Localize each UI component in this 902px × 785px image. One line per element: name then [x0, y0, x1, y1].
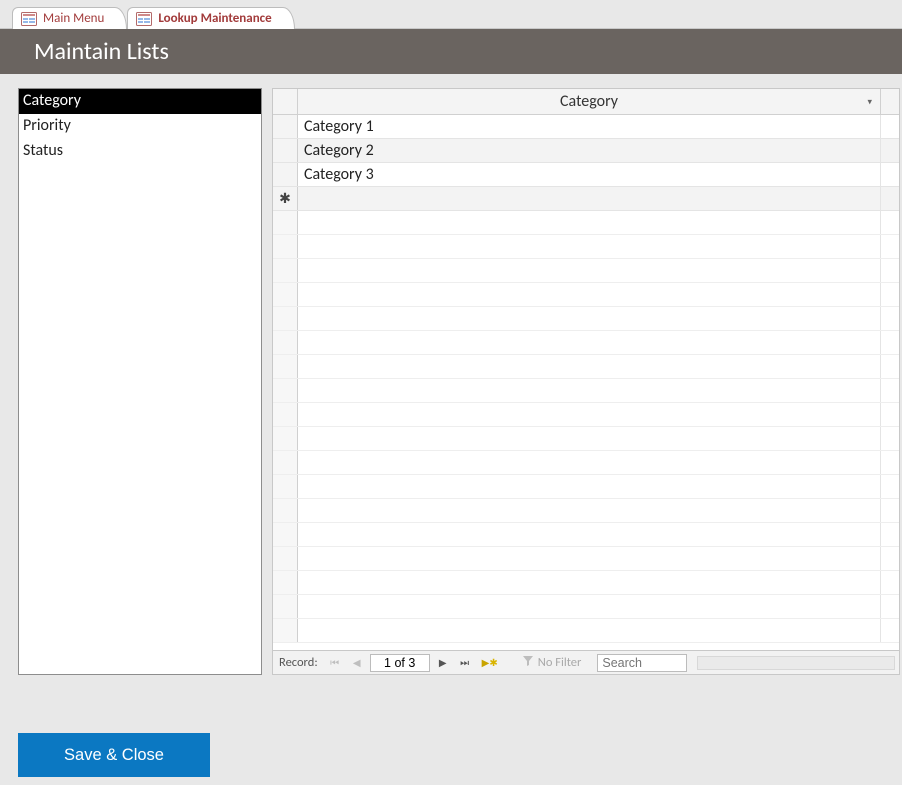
column-header-category[interactable]: Category ▾	[298, 89, 881, 114]
horizontal-scrollbar[interactable]	[697, 656, 895, 670]
empty-row	[273, 619, 899, 643]
table-row[interactable]: Category 3	[273, 163, 899, 187]
empty-row	[273, 211, 899, 235]
column-header-label: Category	[560, 92, 618, 111]
new-record-button[interactable]: ▶✱	[478, 656, 502, 669]
cell-category[interactable]: Category 1	[298, 115, 881, 138]
empty-row	[273, 547, 899, 571]
empty-row	[273, 475, 899, 499]
first-record-button[interactable]: ⏮	[326, 654, 344, 672]
record-navigator: Record: ⏮ ◀ ▶ ⏭ ▶✱ No Filter	[273, 650, 899, 674]
cell-category[interactable]: Category 2	[298, 139, 881, 162]
next-record-button[interactable]: ▶	[434, 654, 452, 672]
table-row-new[interactable]: ✱	[273, 187, 899, 211]
empty-row	[273, 307, 899, 331]
filter-icon	[522, 655, 534, 671]
new-row-icon[interactable]: ✱	[273, 187, 298, 210]
form-icon	[21, 12, 37, 26]
row-selector[interactable]	[273, 139, 298, 162]
tab-main-menu[interactable]: Main Menu	[12, 7, 127, 29]
star-icon: ✱	[489, 656, 497, 669]
empty-row	[273, 331, 899, 355]
empty-row	[273, 259, 899, 283]
tab-label: Main Menu	[43, 11, 104, 26]
list-item-priority[interactable]: Priority	[19, 114, 261, 139]
empty-row	[273, 355, 899, 379]
table-row[interactable]: Category 1	[273, 115, 899, 139]
content-area: Category Priority Status Category ▾ Cate…	[0, 74, 902, 680]
last-record-button[interactable]: ⏭	[456, 654, 474, 672]
tab-lookup-maintenance[interactable]: Lookup Maintenance	[127, 7, 294, 29]
empty-row	[273, 571, 899, 595]
tab-strip: Main Menu Lookup Maintenance	[0, 0, 902, 28]
empty-row	[273, 403, 899, 427]
page-banner: Maintain Lists	[0, 28, 902, 74]
empty-row	[273, 283, 899, 307]
table-row[interactable]: Category 2	[273, 139, 899, 163]
cell-category[interactable]	[298, 187, 881, 210]
record-label: Record:	[279, 655, 318, 670]
select-all-corner[interactable]	[273, 89, 298, 114]
list-item-category[interactable]: Category	[19, 89, 261, 114]
datasheet-grid: Category ▾ Category 1 Category 2 Categor…	[272, 88, 900, 675]
row-selector[interactable]	[273, 115, 298, 138]
prev-record-button[interactable]: ◀	[348, 654, 366, 672]
column-add	[881, 89, 899, 114]
list-item-status[interactable]: Status	[19, 139, 261, 164]
filter-label: No Filter	[538, 655, 582, 670]
tab-label: Lookup Maintenance	[158, 11, 271, 26]
next-icon: ▶	[482, 656, 490, 669]
empty-row	[273, 499, 899, 523]
empty-row	[273, 523, 899, 547]
grid-body: Category 1 Category 2 Category 3 ✱	[273, 115, 899, 650]
empty-row	[273, 451, 899, 475]
chevron-down-icon[interactable]: ▾	[867, 96, 872, 107]
empty-row	[273, 379, 899, 403]
filter-indicator[interactable]: No Filter	[516, 655, 588, 671]
record-position-input[interactable]	[370, 654, 430, 672]
row-selector[interactable]	[273, 163, 298, 186]
save-close-button[interactable]: Save & Close	[18, 733, 210, 777]
grid-header: Category ▾	[273, 89, 899, 115]
form-icon	[136, 12, 152, 26]
cell-category[interactable]: Category 3	[298, 163, 881, 186]
search-input[interactable]	[597, 654, 687, 672]
empty-row	[273, 595, 899, 619]
page-title: Maintain Lists	[34, 37, 169, 66]
lookup-list: Category Priority Status	[18, 88, 262, 675]
empty-row	[273, 235, 899, 259]
empty-row	[273, 427, 899, 451]
